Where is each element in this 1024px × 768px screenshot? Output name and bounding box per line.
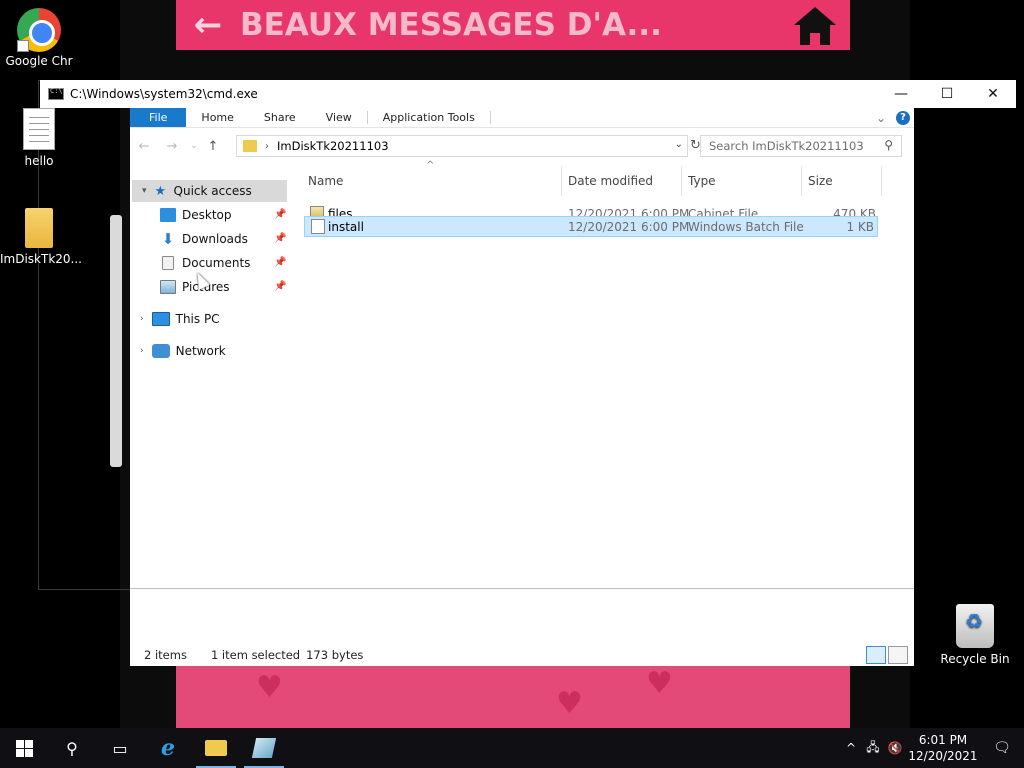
maximize-button[interactable]: ☐ <box>924 80 970 108</box>
search-button[interactable]: ⚲ <box>48 728 96 768</box>
status-bar: 2 items 1 item selected 173 bytes <box>130 644 914 666</box>
tab-application-tools[interactable]: Application Tools <box>368 108 490 127</box>
start-button[interactable] <box>0 728 48 768</box>
help-icon[interactable]: ? <box>896 110 910 125</box>
taskbar-internet-explorer[interactable]: e <box>144 728 192 768</box>
file-name: install <box>328 219 364 234</box>
network-icon[interactable]: 🖧 <box>862 738 884 759</box>
system-tray: ^ 🖧 🔇 6:01 PM 12/20/2021 🗨 <box>840 728 1024 768</box>
volume-muted-icon[interactable]: 🔇 <box>884 741 906 755</box>
show-hidden-icons-icon[interactable]: ^ <box>840 741 862 755</box>
ribbon: File Home Share View Application Tools ⌄… <box>130 108 914 128</box>
ribbon-divider <box>489 111 491 124</box>
clock-time: 6:01 PM <box>918 733 968 747</box>
task-view-icon: ▭ <box>112 738 128 758</box>
close-button[interactable]: ✕ <box>970 80 1016 108</box>
tab-file[interactable]: File <box>130 108 187 127</box>
computer-icon <box>151 312 170 326</box>
column-header-date[interactable]: Date modified <box>564 166 682 196</box>
heart-icon: ♥ <box>256 670 283 705</box>
banner-title: BEAUX MESSAGES D'A... <box>240 7 662 43</box>
details-view-button[interactable] <box>866 646 886 664</box>
navigation-pane: ▾ ★ Quick access Desktop 📌 ⬇ Downloads 📌… <box>130 178 288 648</box>
breadcrumb-current[interactable]: ImDiskTk20211103 <box>277 139 389 153</box>
star-icon: ★ <box>154 184 167 199</box>
nav-network[interactable]: › Network <box>140 340 226 362</box>
expand-icon[interactable]: › <box>140 314 144 324</box>
download-icon: ⬇ <box>161 230 175 248</box>
app-icon <box>251 738 277 758</box>
file-type: Windows Batch File <box>688 219 804 234</box>
pin-icon[interactable]: 📌 <box>274 233 286 244</box>
address-dropdown-icon[interactable]: ⌄ <box>675 139 683 150</box>
ribbon-expand-icon[interactable]: ⌄ <box>876 111 886 125</box>
window-title: C:\Windows\system32\cmd.exe <box>70 87 258 101</box>
recent-locations-icon[interactable]: ⌄ <box>186 141 202 151</box>
file-explorer-icon <box>205 740 227 756</box>
status-selection: 1 item selected <box>210 648 301 662</box>
tab-view[interactable]: View <box>311 108 367 127</box>
tab-home[interactable]: Home <box>186 108 248 127</box>
navigation-bar: ← → ⌄ ↑ › ImDiskTk20211103 ⌄ ↻ Search Im… <box>130 134 914 158</box>
desktop-icon <box>160 208 176 222</box>
documents-icon <box>162 256 174 270</box>
heart-icon: ♥ <box>556 686 583 721</box>
file-size: 1 KB <box>846 219 874 234</box>
windows-logo-icon <box>15 739 33 757</box>
status-item-count: 2 items <box>144 648 187 662</box>
taskbar: ⚲ ▭ e ^ 🖧 🔇 6:01 PM 12/20/2021 🗨 <box>0 728 1024 768</box>
status-divider <box>130 588 914 589</box>
large-icons-view-button[interactable] <box>888 646 908 664</box>
file-row-install-selected[interactable]: install 12/20/2021 6:00 PM Windows Batch… <box>304 216 878 237</box>
column-header-type[interactable]: Type <box>684 166 802 196</box>
pin-icon[interactable]: 📌 <box>274 281 286 292</box>
title-bar[interactable]: C:\Windows\system32\cmd.exe — ☐ ✕ <box>40 80 1016 108</box>
nav-downloads[interactable]: ⬇ Downloads <box>160 228 248 250</box>
search-placeholder: Search ImDiskTk20211103 <box>709 139 864 153</box>
pin-icon[interactable]: 📌 <box>274 209 286 220</box>
explorer-window: C:\Windows\system32\cmd.exe — ☐ ✕ File H… <box>40 80 1016 666</box>
background-pink-panel: ♥ ♥ ♥ <box>176 666 850 728</box>
search-input[interactable]: Search ImDiskTk20211103 ⚲ <box>700 135 902 157</box>
batch-file-icon <box>311 219 325 234</box>
network-icon <box>151 344 170 358</box>
back-button[interactable]: ← <box>130 139 158 154</box>
address-bar[interactable]: › ImDiskTk20211103 ⌄ <box>236 135 688 157</box>
notifications-icon[interactable]: 🗨 <box>980 740 1024 756</box>
expand-icon[interactable]: ▾ <box>142 186 147 196</box>
nav-documents[interactable]: Documents <box>160 252 250 274</box>
column-header-size[interactable]: Size <box>804 166 882 196</box>
back-arrow-icon: ← <box>193 5 223 45</box>
file-date: 12/20/2021 6:00 PM <box>568 219 690 234</box>
explorer-pane: File Home Share View Application Tools ⌄… <box>130 108 914 666</box>
clock[interactable]: 6:01 PM 12/20/2021 <box>906 732 980 764</box>
heart-icon: ♥ <box>646 666 673 701</box>
home-icon <box>780 3 850 47</box>
pictures-icon <box>160 280 176 294</box>
status-size: 173 bytes <box>306 648 364 662</box>
clock-date: 12/20/2021 <box>908 749 978 763</box>
desktop-icon-chrome[interactable]: Google Chr <box>0 8 78 69</box>
nav-desktop[interactable]: Desktop <box>160 204 232 226</box>
expand-icon[interactable]: › <box>140 346 144 356</box>
background-banner: ← BEAUX MESSAGES D'A... <box>176 0 850 50</box>
minimize-button[interactable]: — <box>878 80 924 108</box>
search-icon: ⚲ <box>66 738 78 758</box>
pin-icon[interactable]: 📌 <box>274 257 286 268</box>
cmd-icon <box>48 87 64 100</box>
folder-icon <box>243 140 257 152</box>
internet-explorer-icon: e <box>161 735 175 761</box>
up-button[interactable]: ↑ <box>202 139 224 154</box>
taskbar-file-explorer[interactable] <box>192 728 240 768</box>
chrome-icon <box>17 8 61 52</box>
tab-share[interactable]: Share <box>249 108 311 127</box>
column-header-name[interactable]: Name <box>304 166 562 196</box>
taskbar-app[interactable] <box>240 728 288 768</box>
task-view-button[interactable]: ▭ <box>96 728 144 768</box>
nav-quick-access[interactable]: ▾ ★ Quick access <box>132 180 287 202</box>
nav-this-pc[interactable]: › This PC <box>140 308 220 330</box>
search-icon: ⚲ <box>884 138 893 152</box>
breadcrumb-separator-icon: › <box>265 140 269 152</box>
forward-button[interactable]: → <box>158 139 186 154</box>
